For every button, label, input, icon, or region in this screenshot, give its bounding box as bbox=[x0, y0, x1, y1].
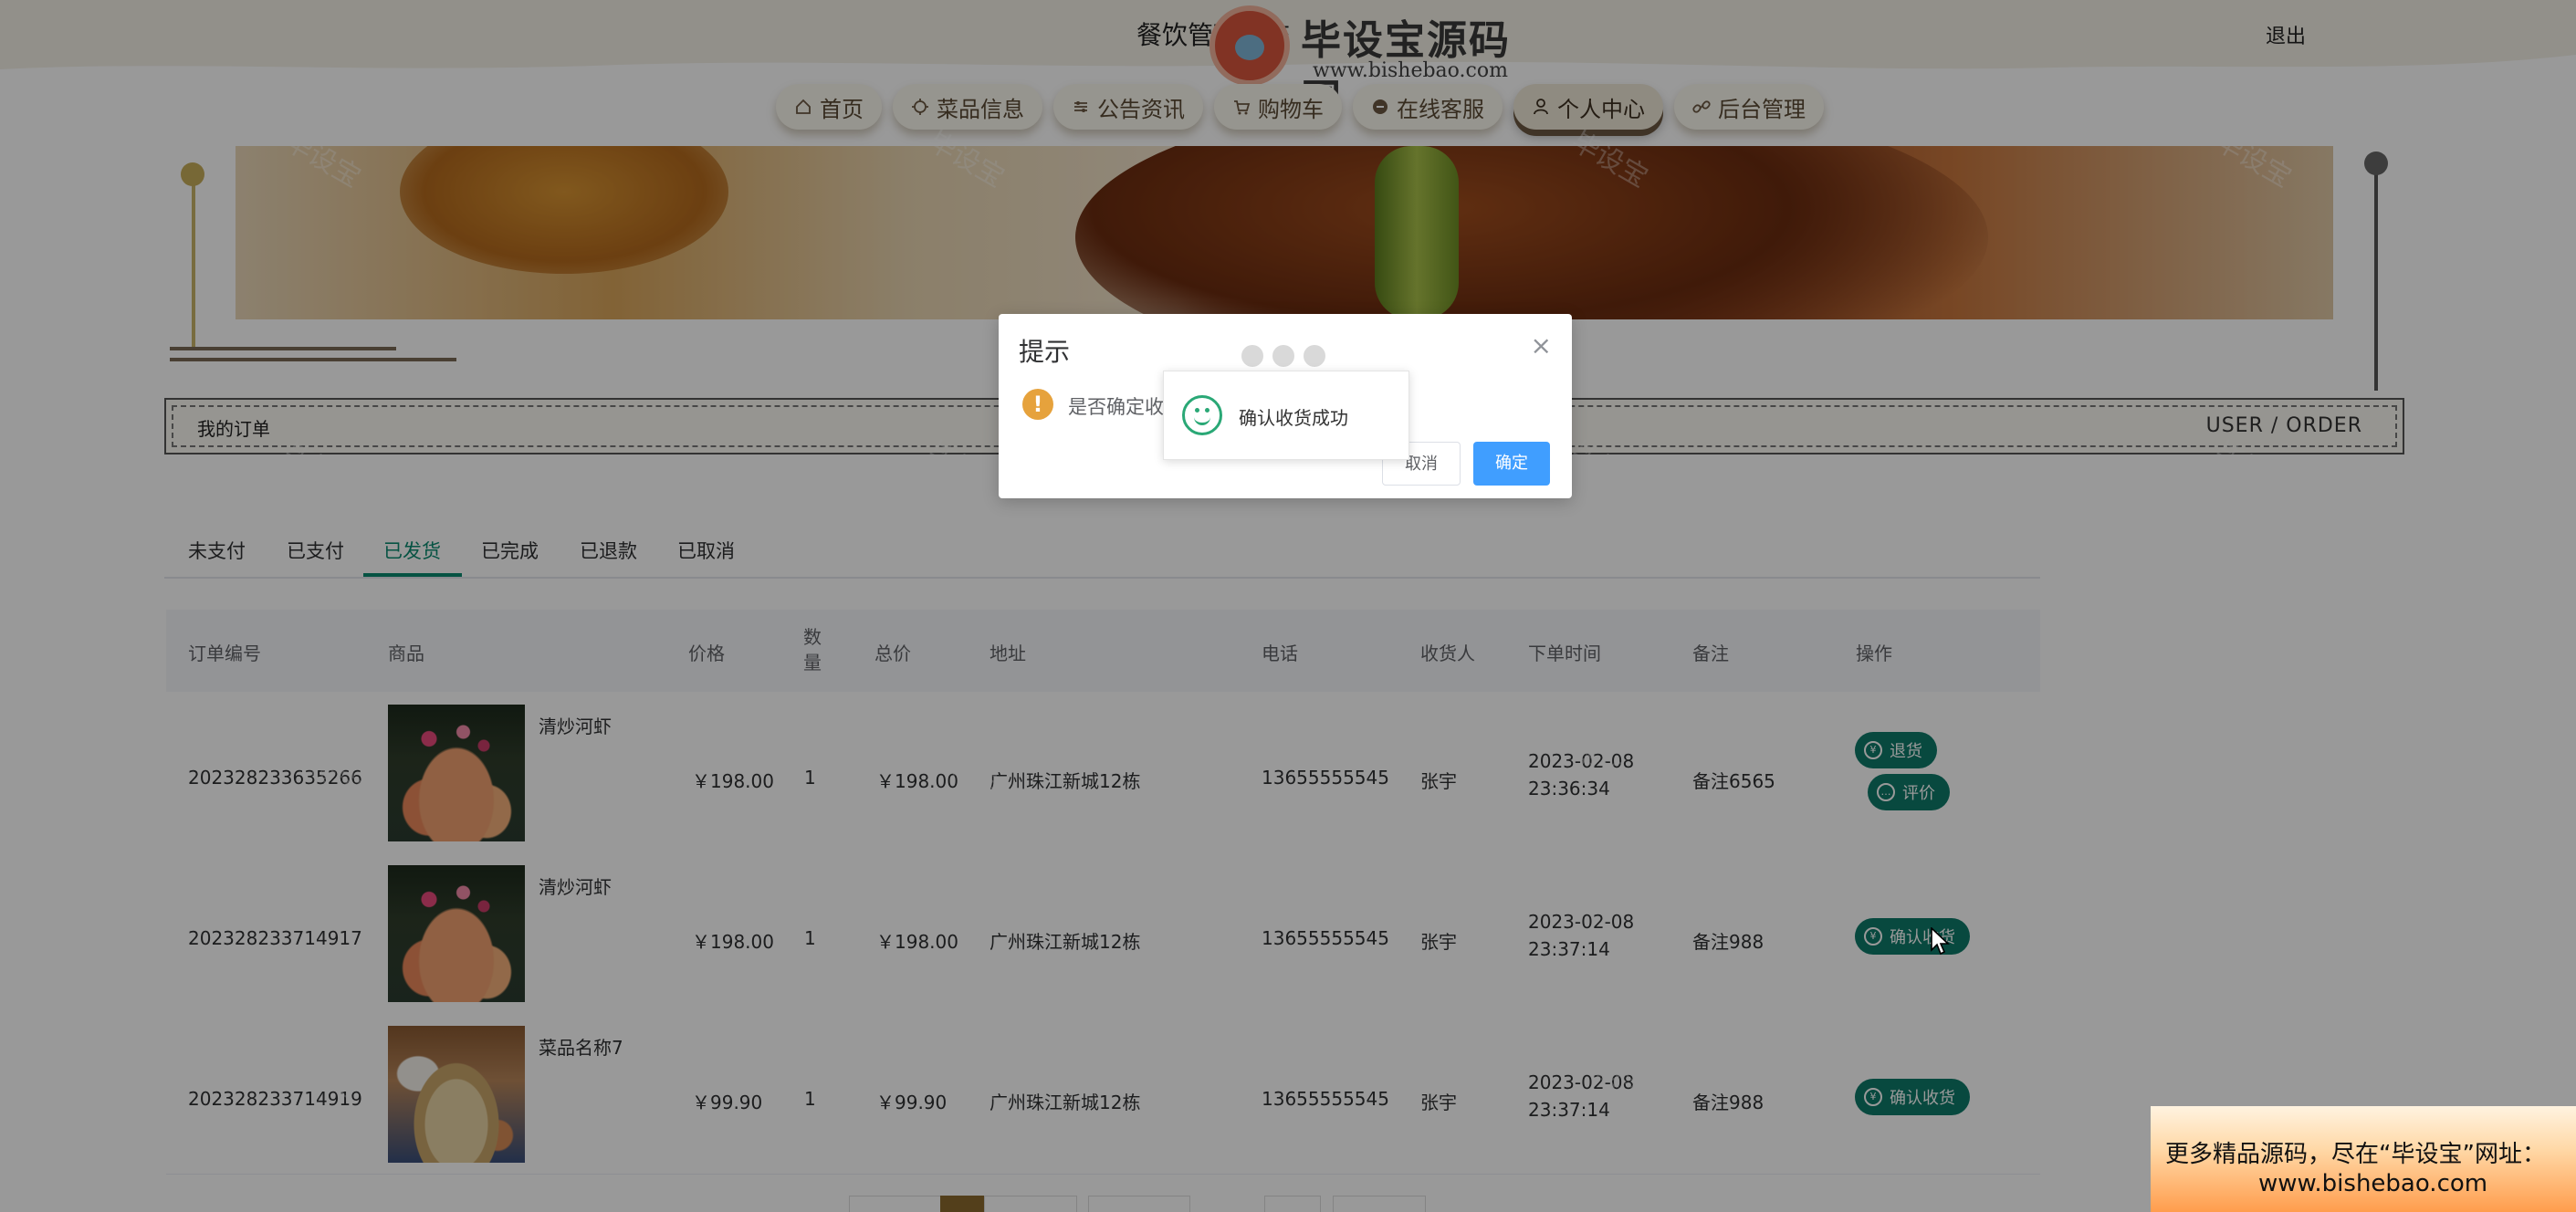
dialog-confirm-button[interactable]: 确定 bbox=[1473, 442, 1550, 486]
modal-overlay[interactable] bbox=[0, 0, 2576, 1212]
promo-url: www.bishebao.com bbox=[2258, 1170, 2488, 1197]
dialog-message: 是否确定收 bbox=[1068, 396, 1164, 418]
loading-dots bbox=[1241, 345, 1325, 367]
warning-icon: ! bbox=[1022, 389, 1053, 420]
page: 餐饮管理系统 毕设宝源码网 www.bishebao.com 退出 首页菜品信息… bbox=[0, 0, 2576, 1212]
mouse-cursor-icon bbox=[1931, 927, 1951, 956]
promo-banner[interactable]: 更多精品源码，尽在“毕设宝”网址： www.bishebao.com bbox=[2151, 1106, 2576, 1212]
smile-icon bbox=[1182, 395, 1222, 435]
success-toast: 确认收货成功 bbox=[1163, 371, 1409, 460]
dialog-title: 提示 bbox=[1019, 337, 1071, 367]
dialog-close-icon[interactable]: × bbox=[1531, 330, 1552, 360]
toast-message: 确认收货成功 bbox=[1239, 407, 1348, 429]
promo-text: 更多精品源码，尽在“毕设宝”网址： bbox=[2165, 1141, 2546, 1168]
